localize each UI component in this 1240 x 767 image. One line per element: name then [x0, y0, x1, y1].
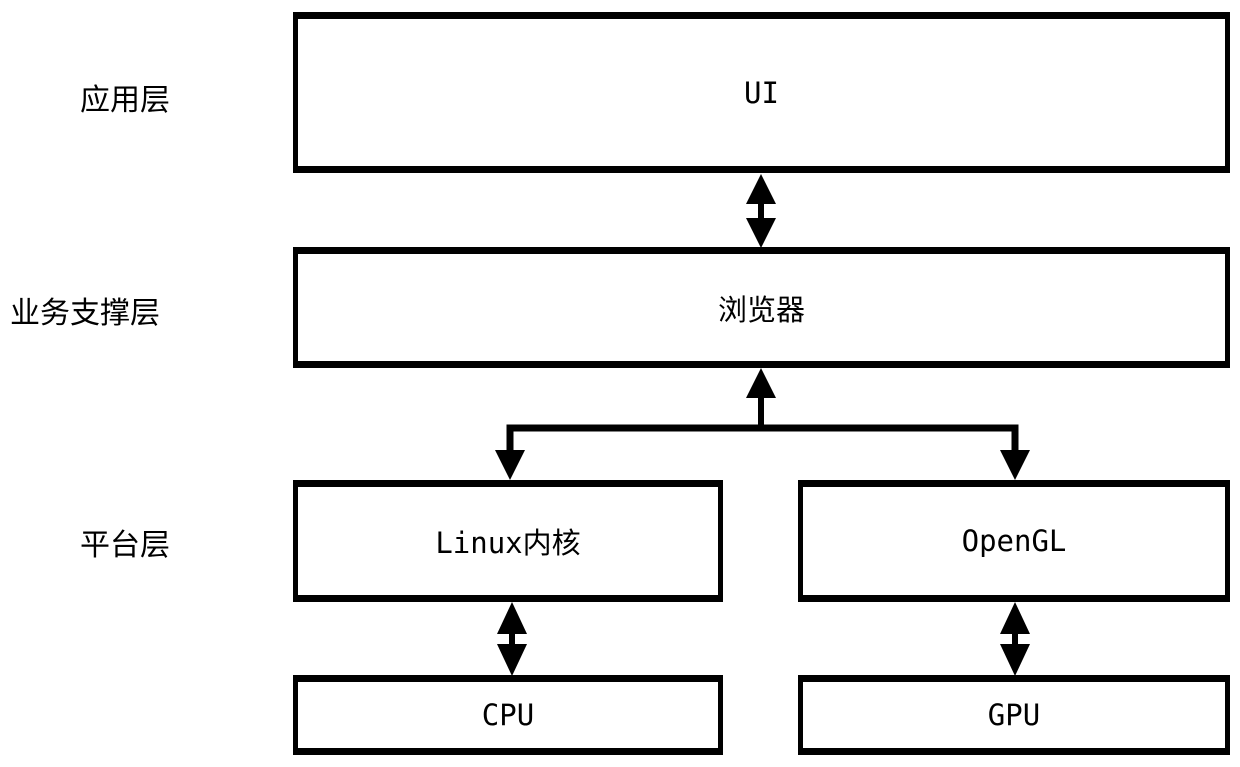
linux-cpu-double-arrow — [497, 602, 527, 676]
ui-browser-double-arrow — [746, 174, 776, 248]
connectors — [495, 174, 1030, 676]
browser-branch-arrow — [495, 368, 1030, 480]
opengl-gpu-double-arrow — [1000, 602, 1030, 676]
